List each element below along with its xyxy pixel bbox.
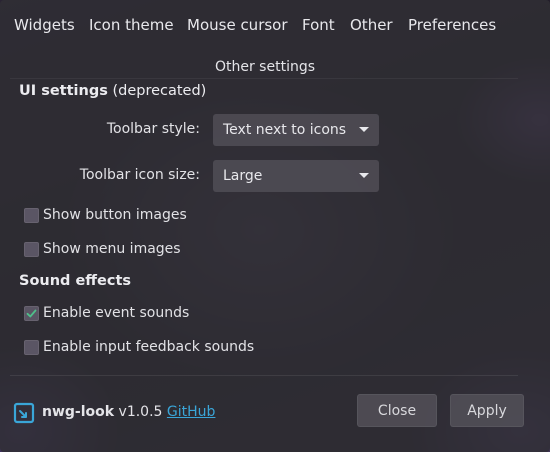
show-menu-images-label: Show menu images (43, 241, 181, 257)
ui-settings-heading-suffix: (deprecated) (112, 83, 207, 99)
checkmark-icon (24, 305, 39, 321)
sound-effects-heading-title: Sound effects (19, 273, 132, 289)
sound-effects-heading: Sound effects (19, 273, 131, 289)
toolbar-style-dropdown[interactable]: Text next to icons (213, 114, 379, 146)
ui-settings-heading-title: UI settings (19, 83, 108, 99)
app-info: nwg-look v1.0.5 GitHub (42, 404, 215, 420)
app-name: nwg-look (42, 404, 115, 420)
app-version: v1.0.5 (118, 404, 163, 420)
close-button[interactable]: Close (357, 394, 437, 427)
tab-mouse-cursor[interactable]: Mouse cursor (187, 16, 288, 34)
show-button-images-checkbox[interactable]: Show button images (24, 207, 187, 223)
tab-widgets[interactable]: Widgets (14, 16, 75, 34)
apply-button[interactable]: Apply (450, 394, 524, 427)
enable-event-sounds-label: Enable event sounds (43, 305, 190, 321)
toolbar-style-value: Text next to icons (223, 122, 347, 138)
toolbar-style-label: Toolbar style: (106, 121, 200, 137)
github-link[interactable]: GitHub (167, 404, 216, 420)
toolbar-icon-size-value: Large (223, 168, 263, 184)
checkbox-unchecked-icon (24, 207, 39, 223)
toolbar-icon-size-dropdown[interactable]: Large (213, 160, 379, 192)
section-title: Other settings (214, 59, 316, 75)
settings-window: Widgets Icon theme Mouse cursor Font Oth… (0, 0, 550, 452)
checkbox-unchecked-icon (24, 339, 39, 355)
show-menu-images-checkbox[interactable]: Show menu images (24, 241, 181, 257)
nwg-logo-icon (13, 402, 35, 424)
toolbar-icon-size-label: Toolbar icon size: (79, 167, 200, 183)
tab-icon-theme[interactable]: Icon theme (89, 16, 174, 34)
tab-preferences[interactable]: Preferences (408, 16, 496, 34)
ui-settings-heading: UI settings (deprecated) (19, 83, 206, 99)
checkbox-unchecked-icon (24, 241, 39, 257)
tab-bar: Widgets Icon theme Mouse cursor Font Oth… (0, 0, 550, 56)
tab-other[interactable]: Other (350, 16, 393, 34)
chevron-down-icon (359, 127, 369, 132)
chevron-down-icon (359, 173, 369, 178)
enable-input-feedback-sounds-checkbox[interactable]: Enable input feedback sounds (24, 339, 254, 355)
enable-event-sounds-checkbox[interactable]: Enable event sounds (24, 305, 189, 321)
tab-font[interactable]: Font (302, 16, 335, 34)
show-button-images-label: Show button images (43, 207, 187, 223)
enable-input-feedback-sounds-label: Enable input feedback sounds (43, 339, 255, 355)
